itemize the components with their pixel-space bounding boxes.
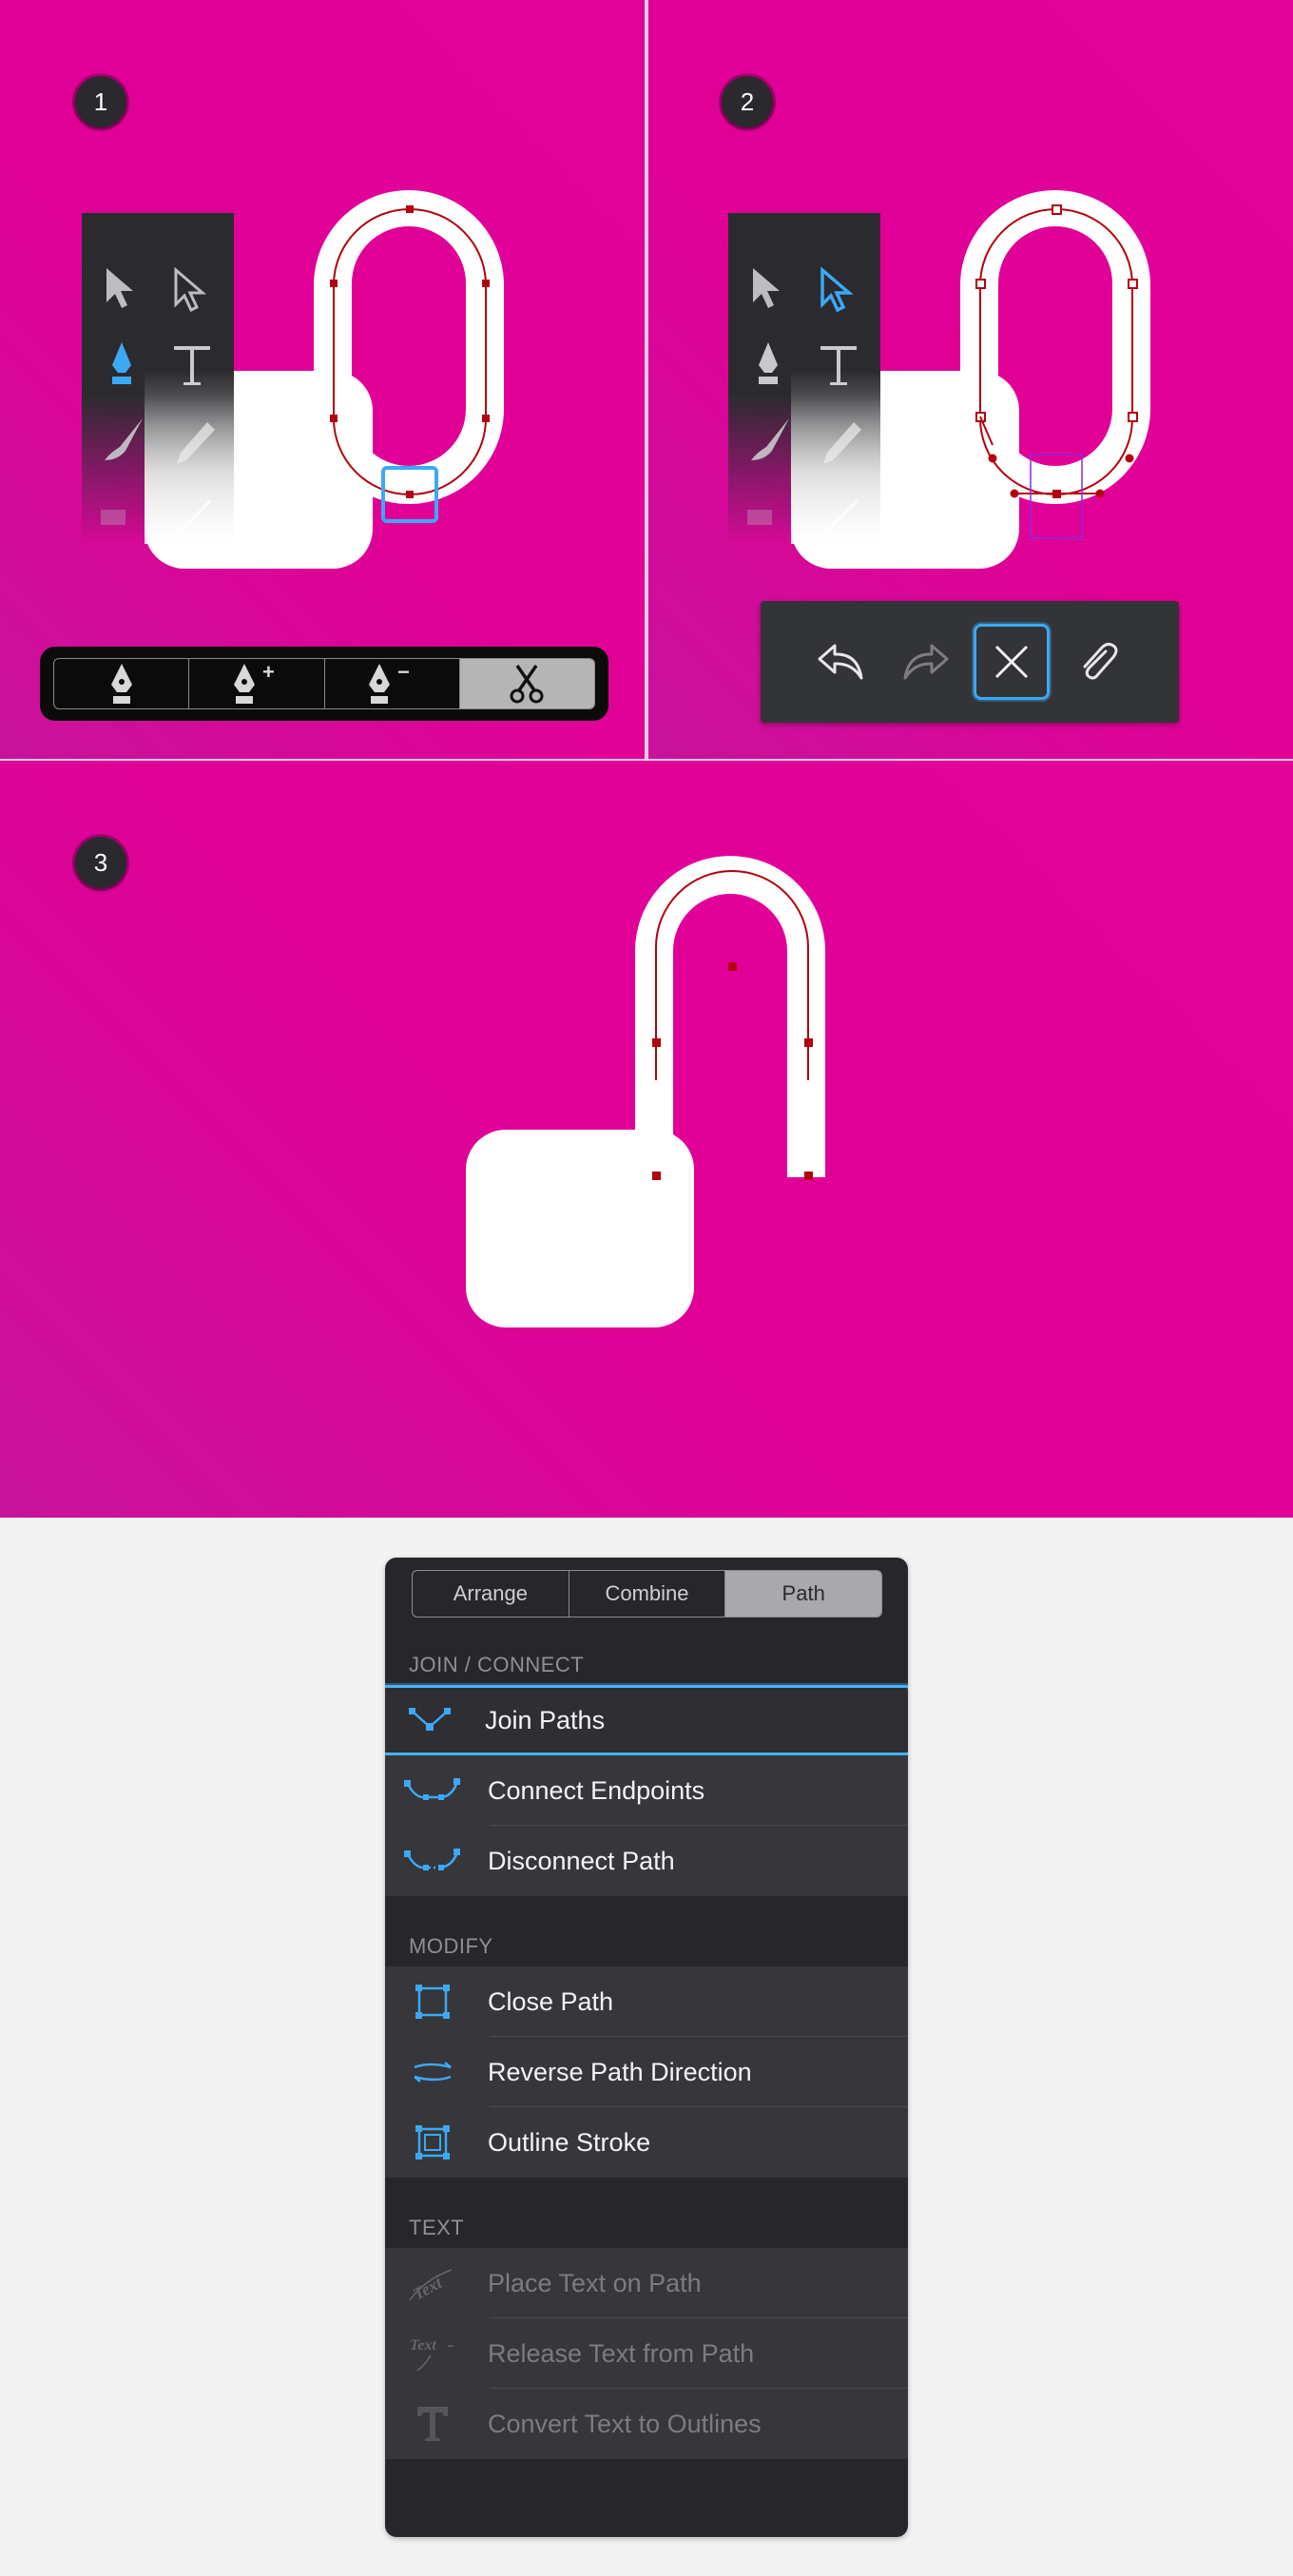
- tab-combine[interactable]: Combine: [569, 1571, 726, 1617]
- section-label-modify: MODIFY: [409, 1934, 493, 1958]
- svg-text:Text: Text: [410, 2273, 446, 2304]
- menu-item-label: Close Path: [488, 1986, 614, 2016]
- step-badge: 1: [75, 76, 126, 127]
- close-path-icon: [404, 1983, 461, 2021]
- svg-text:Text: Text: [410, 2337, 436, 2353]
- delete-icon: [994, 645, 1029, 679]
- connect-endpoints-icon: [404, 1772, 461, 1810]
- paperclip-icon: [1083, 642, 1118, 680]
- delete-button[interactable]: [974, 624, 1050, 700]
- menu-item-outline-stroke[interactable]: Outline Stroke: [385, 2107, 908, 2178]
- canvas-artwork: [466, 856, 825, 1327]
- convert-text-icon: [404, 2405, 461, 2443]
- undo-button[interactable]: [802, 624, 878, 700]
- section-label-text: TEXT: [409, 2216, 465, 2239]
- tab-arrange[interactable]: Arrange: [413, 1571, 569, 1617]
- undo-icon: [818, 644, 863, 680]
- menu-item-label: Disconnect Path: [488, 1846, 675, 1875]
- pen-remove-icon: −: [369, 662, 410, 704]
- menu-item-convert-text-to-outlines[interactable]: Convert Text to Outlines: [385, 2389, 908, 2459]
- lock-body: [466, 1130, 694, 1327]
- pen-add-icon: +: [233, 662, 275, 704]
- pen-add-mark: +: [262, 662, 275, 684]
- pen-remove-mark: −: [397, 662, 410, 684]
- eraser-icon: [101, 510, 125, 525]
- release-text-icon: Text: [404, 2334, 461, 2373]
- menu-item-connect-endpoints[interactable]: Connect Endpoints: [385, 1755, 908, 1826]
- step-badge: 2: [722, 76, 773, 127]
- menu-item-label: Place Text on Path: [488, 2268, 702, 2297]
- attach-button[interactable]: [1059, 624, 1135, 700]
- menu-item-label: Join Paths: [485, 1705, 606, 1734]
- step-badge: 3: [75, 837, 126, 888]
- reverse-direction-icon: [404, 2053, 461, 2091]
- canvas-panel-step-1[interactable]: 1 + −: [0, 0, 645, 759]
- outline-stroke-icon: [404, 2123, 461, 2161]
- disconnect-path-icon: [404, 1842, 461, 1880]
- menu-item-label: Outline Stroke: [488, 2127, 651, 2157]
- redo-button[interactable]: [888, 624, 964, 700]
- canvas-panel-step-3[interactable]: 3: [0, 761, 1293, 1518]
- menu-item-label: Connect Endpoints: [488, 1775, 705, 1805]
- menu-item-release-text-from-path[interactable]: Text Release Text from Path: [385, 2318, 908, 2389]
- path-menu-popover: Arrange Combine Path JOIN / CONNECT Join…: [385, 1558, 908, 2537]
- eraser-icon: [747, 510, 772, 525]
- pen-remove-anchor-button[interactable]: −: [325, 659, 460, 708]
- action-bar: [761, 601, 1179, 723]
- pen-add-anchor-button[interactable]: +: [189, 659, 325, 708]
- redo-icon: [903, 644, 949, 680]
- menu-tab-control: Arrange Combine Path: [412, 1570, 882, 1617]
- section-label-join-connect: JOIN / CONNECT: [409, 1653, 585, 1676]
- join-paths-icon: [401, 1701, 458, 1739]
- pen-tool-options-bar: + −: [40, 647, 608, 721]
- menu-item-close-path[interactable]: Close Path: [385, 1966, 908, 2037]
- scissors-icon: [510, 665, 544, 704]
- menu-item-label: Release Text from Path: [488, 2338, 755, 2368]
- text-on-path-icon: Text: [404, 2264, 461, 2304]
- menu-item-reverse-path-direction[interactable]: Reverse Path Direction: [385, 2037, 908, 2107]
- tab-path[interactable]: Path: [725, 1571, 881, 1617]
- scissors-button[interactable]: [459, 659, 594, 708]
- lock-shackle-open: [635, 856, 825, 1177]
- menu-item-label: Convert Text to Outlines: [488, 2409, 762, 2438]
- menu-item-place-text-on-path[interactable]: Text Place Text on Path: [385, 2248, 908, 2318]
- pen-icon: [110, 664, 132, 704]
- menu-item-join-paths[interactable]: Join Paths: [385, 1685, 908, 1755]
- menu-item-disconnect-path[interactable]: Disconnect Path: [385, 1826, 908, 1896]
- menu-item-label: Reverse Path Direction: [488, 2057, 752, 2086]
- pen-mode-button[interactable]: [54, 659, 190, 708]
